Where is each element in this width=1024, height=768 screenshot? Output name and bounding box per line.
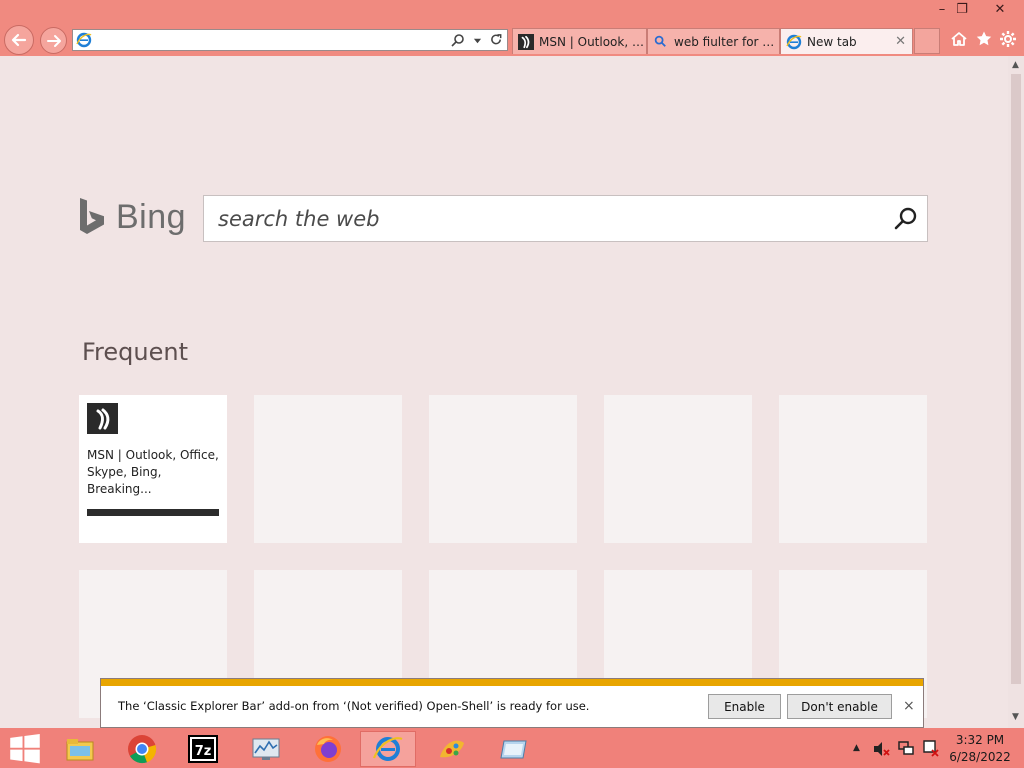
internet-explorer-icon xyxy=(372,737,403,761)
search-icon[interactable] xyxy=(450,32,466,48)
taskbar-window-app[interactable] xyxy=(486,731,542,767)
enable-button[interactable]: Enable xyxy=(708,694,781,719)
back-button[interactable] xyxy=(4,25,34,55)
refresh-icon[interactable] xyxy=(488,32,504,48)
search-icon[interactable] xyxy=(893,206,919,232)
start-button[interactable] xyxy=(0,731,50,767)
taskbar-chrome[interactable] xyxy=(114,731,170,767)
tab-new-tab[interactable]: New tab ✕ xyxy=(780,28,913,54)
taskbar-resource-monitor[interactable] xyxy=(238,731,294,767)
star-icon[interactable] xyxy=(973,28,995,50)
frequent-tile-msn[interactable]: MSN | Outlook, Office, Skype, Bing, Brea… xyxy=(79,395,227,543)
scroll-thumb[interactable] xyxy=(1011,74,1021,684)
window-icon xyxy=(500,740,527,759)
resource-monitor-icon xyxy=(252,738,280,760)
ie-icon xyxy=(786,34,802,49)
taskbar-file-explorer[interactable] xyxy=(52,731,108,767)
notification-message: The ‘Classic Explorer Bar’ add-on from ‘… xyxy=(118,699,590,713)
frequent-heading: Frequent xyxy=(82,338,188,366)
dont-enable-button[interactable]: Don't enable xyxy=(787,694,892,719)
svg-text:7z: 7z xyxy=(195,744,212,759)
taskbar-paint[interactable] xyxy=(424,731,480,767)
home-icon[interactable] xyxy=(948,28,970,50)
bing-search-input[interactable] xyxy=(218,204,868,234)
bing-logo: Bing xyxy=(78,196,186,238)
clock-time: 3:32 PM xyxy=(955,733,1005,747)
chrome-icon xyxy=(128,735,157,764)
action-center-icon[interactable] xyxy=(922,740,939,757)
firefox-icon xyxy=(315,736,341,762)
forward-arrow-icon xyxy=(46,34,61,47)
close-tab-icon[interactable]: ✕ xyxy=(895,34,906,49)
forward-button[interactable] xyxy=(40,27,67,54)
search-icon xyxy=(653,34,669,50)
volume-muted-icon[interactable] xyxy=(873,741,890,757)
show-hidden-icons-icon[interactable]: ▲ xyxy=(853,743,860,753)
tab-msn[interactable]: MSN | Outlook, Of... xyxy=(512,28,647,54)
file-explorer-icon xyxy=(66,739,94,761)
address-input[interactable] xyxy=(96,31,450,49)
clock-date: 6/28/2022 xyxy=(949,750,1011,764)
scroll-up-icon[interactable]: ▲ xyxy=(1012,60,1019,70)
address-bar xyxy=(72,29,508,51)
system-clock[interactable]: 3:32 PM 6/28/2022 xyxy=(948,732,1012,766)
bing-search-box xyxy=(203,195,928,242)
msn-icon xyxy=(518,33,534,50)
close-window-button[interactable]: ✕ xyxy=(984,0,1016,20)
notification-accent-stripe xyxy=(101,679,923,686)
taskbar: 7z xyxy=(0,728,1024,768)
ie-icon xyxy=(76,32,92,48)
chevron-down-icon[interactable] xyxy=(469,32,485,48)
taskbar-7zip[interactable]: 7z xyxy=(175,731,231,767)
taskbar-firefox[interactable] xyxy=(300,731,356,767)
new-tab-button[interactable] xyxy=(914,28,940,54)
tab-label: web fiulter for win... xyxy=(674,34,779,49)
frequent-tile-empty xyxy=(429,395,577,543)
back-arrow-icon xyxy=(11,33,27,47)
scroll-down-icon[interactable]: ▼ xyxy=(1012,712,1019,722)
frequent-tile-empty xyxy=(779,395,927,543)
vertical-scrollbar[interactable]: ▲ ▼ xyxy=(1008,56,1024,728)
tab-web-search[interactable]: web fiulter for win... xyxy=(647,28,780,54)
tab-label: New tab xyxy=(807,34,857,49)
start-icon xyxy=(10,733,40,764)
gear-icon[interactable] xyxy=(997,28,1019,50)
paint-icon xyxy=(440,740,464,758)
7zip-icon: 7z xyxy=(188,735,218,763)
tile-accent-bar xyxy=(87,509,219,516)
network-icon[interactable] xyxy=(898,740,914,756)
bing-logo-text: Bing xyxy=(116,197,187,236)
close-notification-icon[interactable]: × xyxy=(903,698,915,714)
bing-logo-icon xyxy=(80,198,104,234)
restore-button[interactable]: ❐ xyxy=(946,0,978,20)
browser-toolbar: – ❐ ✕ MSN | Outlook, Of... web fiulter f… xyxy=(0,0,1024,56)
taskbar-internet-explorer[interactable] xyxy=(360,731,416,767)
tab-label: MSN | Outlook, Of... xyxy=(539,34,646,49)
frequent-tile-empty xyxy=(254,395,402,543)
addon-notification-bar: The ‘Classic Explorer Bar’ add-on from ‘… xyxy=(100,678,924,728)
frequent-tile-empty xyxy=(604,395,752,543)
msn-icon xyxy=(87,403,118,434)
tile-title: MSN | Outlook, Office, Skype, Bing, Brea… xyxy=(87,448,219,496)
